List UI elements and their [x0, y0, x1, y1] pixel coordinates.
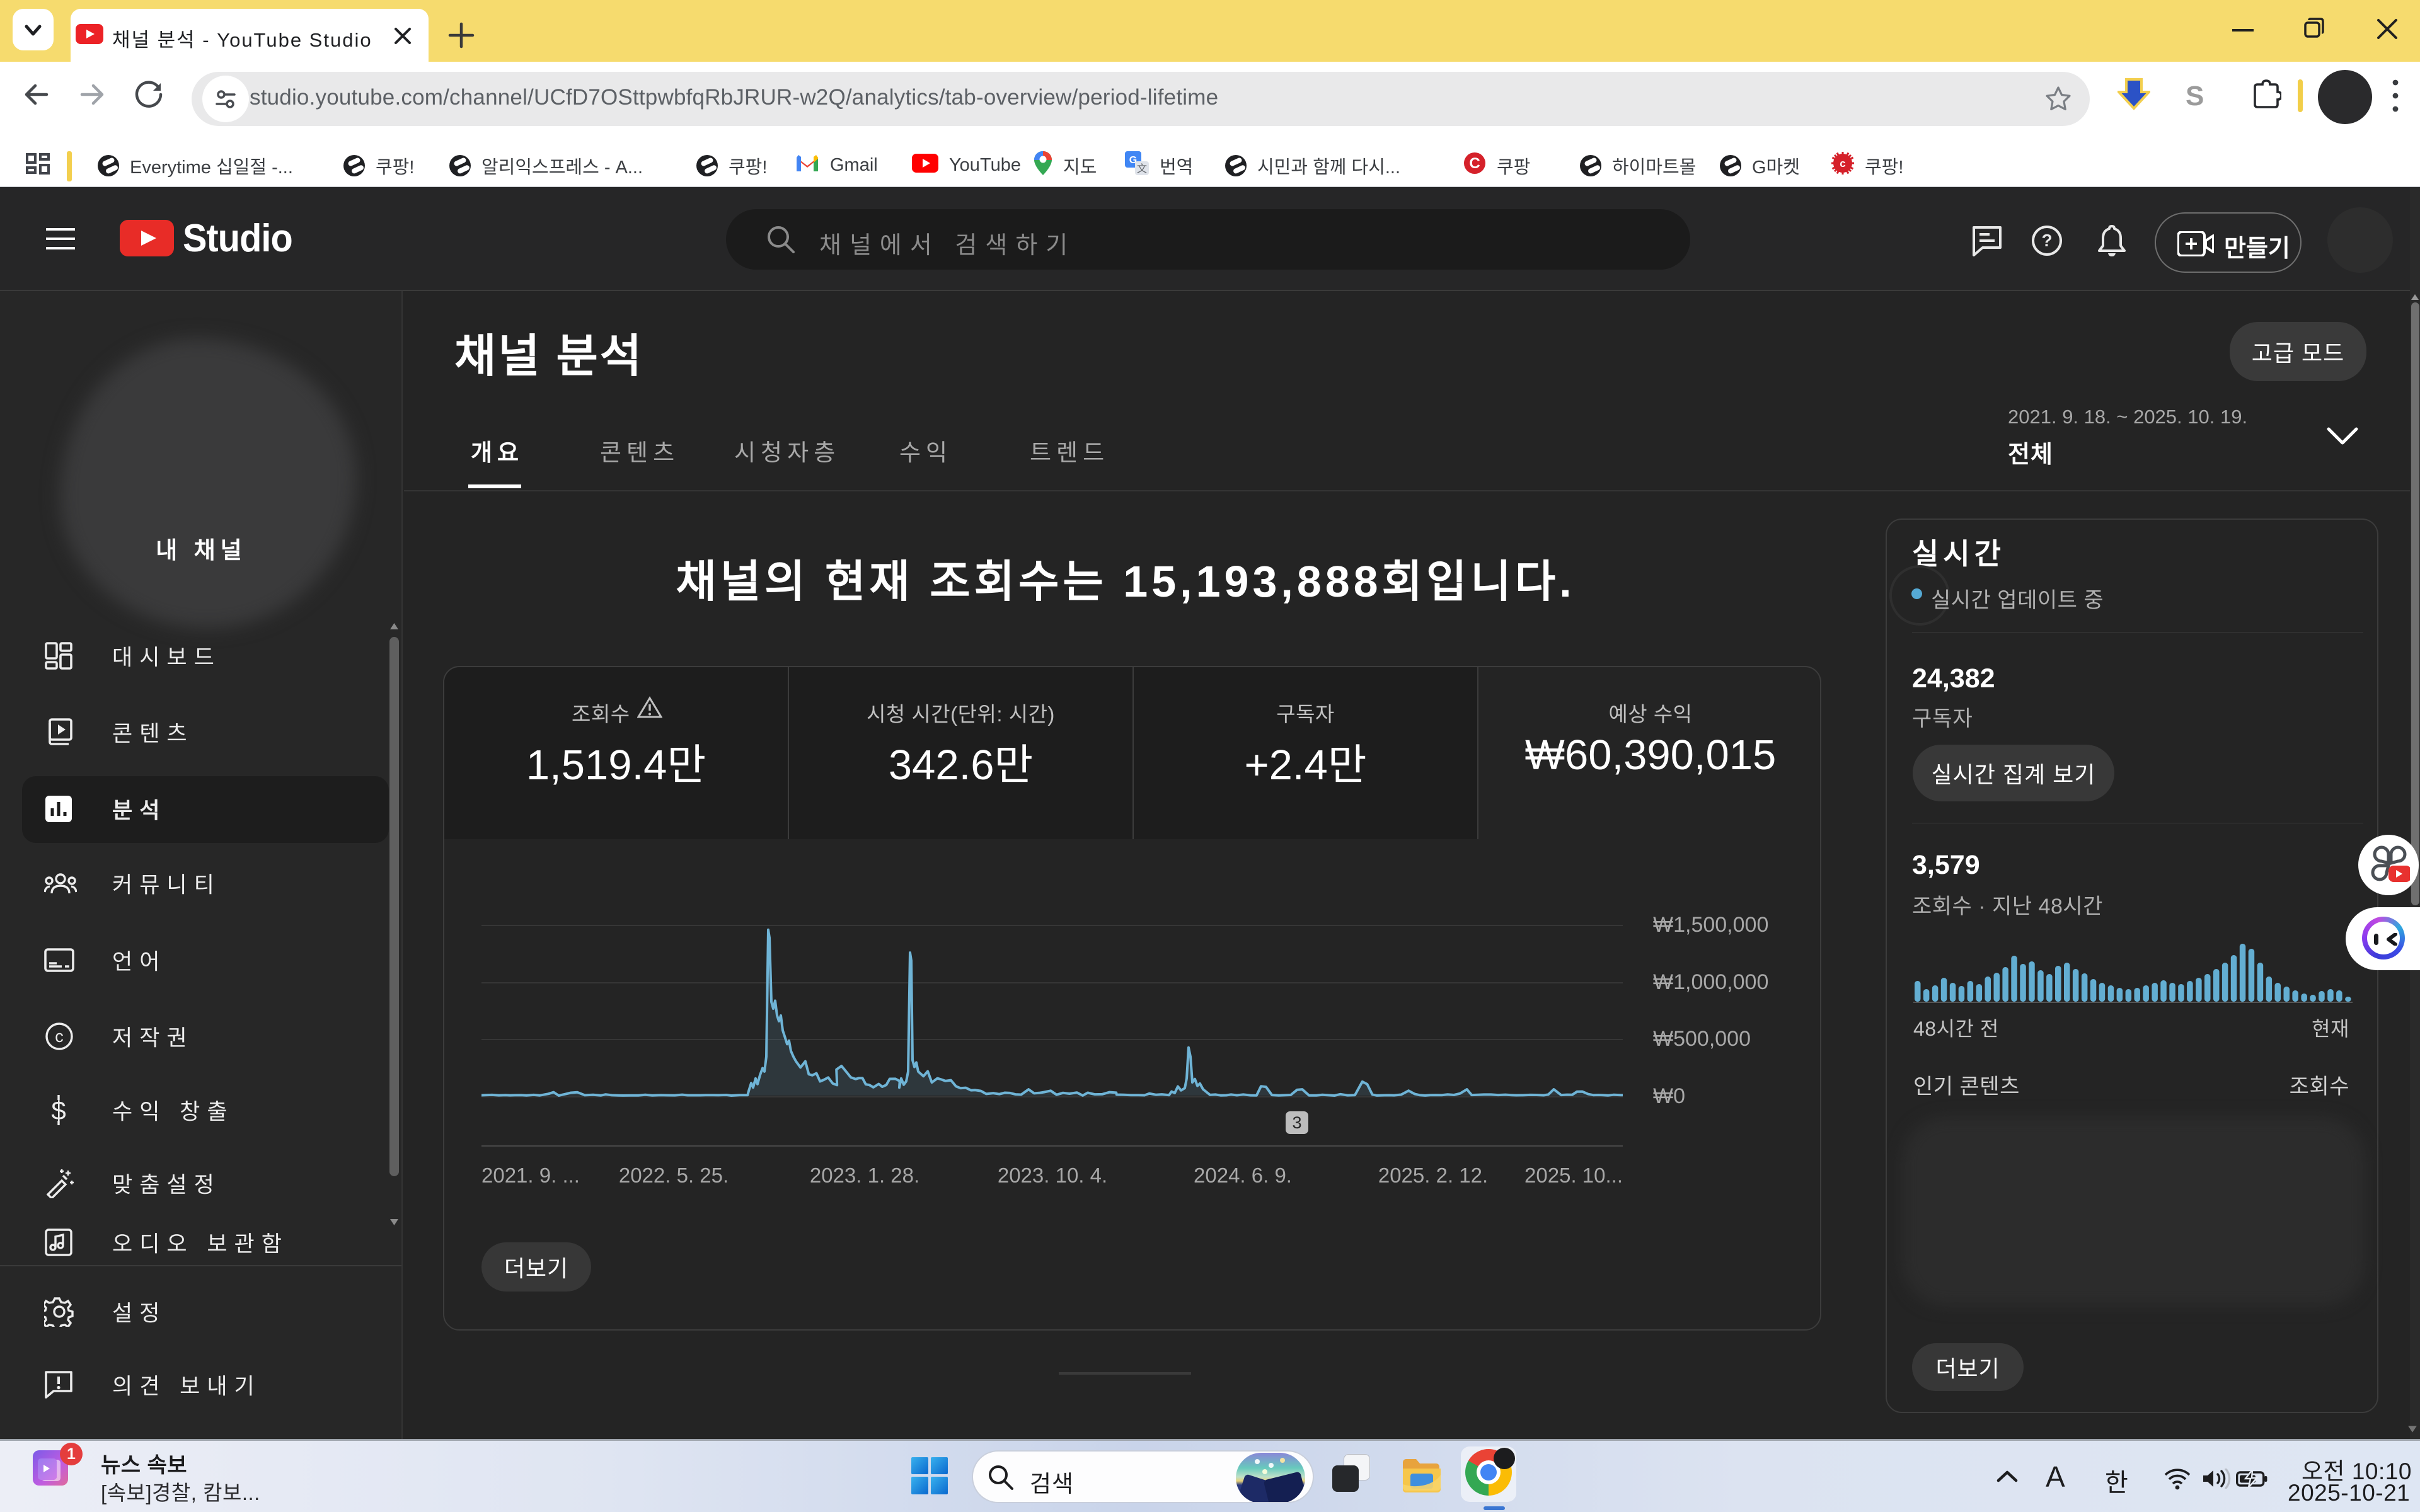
svg-text:?: ?: [2041, 231, 2052, 250]
svg-text:c: c: [55, 1027, 64, 1046]
svg-text:c: c: [1840, 158, 1845, 169]
svg-text:$: $: [51, 1096, 66, 1125]
svg-text:文: 文: [1137, 163, 1147, 175]
svg-text:C: C: [1469, 155, 1480, 172]
